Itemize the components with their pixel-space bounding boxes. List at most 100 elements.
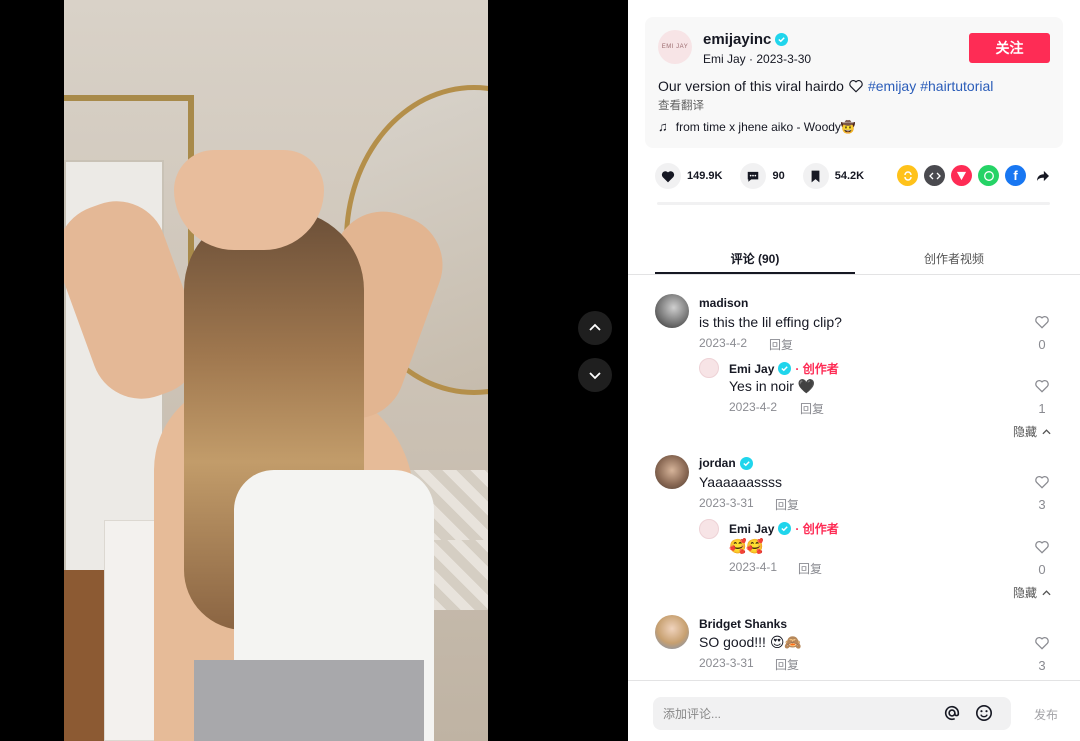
reply-date: 2023-4-1 bbox=[729, 560, 778, 574]
music-title: from time x jhene aiko - Woody🤠 bbox=[675, 119, 856, 134]
reply-username-text: Emi Jay bbox=[729, 361, 775, 376]
reply-button[interactable]: 回复 bbox=[798, 560, 822, 577]
reply-username[interactable]: Emi Jay · 创作者 bbox=[729, 520, 839, 537]
tab-creator-videos[interactable]: 创作者视频 bbox=[854, 250, 1054, 267]
chevron-up-icon bbox=[1042, 428, 1051, 434]
chevron-up-icon bbox=[589, 323, 601, 331]
video-frame[interactable] bbox=[64, 0, 488, 741]
comment-bubble-icon bbox=[740, 163, 767, 189]
avatar[interactable] bbox=[655, 294, 689, 328]
hashtag-link[interactable]: #hairtutorial bbox=[920, 78, 993, 94]
reply-button[interactable]: 回复 bbox=[775, 496, 799, 513]
share-arrow-icon[interactable] bbox=[1032, 165, 1053, 186]
music-note-icon: ♫ bbox=[658, 119, 668, 134]
caption-text: Our version of this viral hairdo bbox=[658, 78, 844, 94]
facebook-icon[interactable]: f bbox=[1005, 165, 1026, 186]
comment-text: SO good!!! 😍🙈 bbox=[699, 634, 802, 650]
heart-outline-icon bbox=[849, 80, 863, 93]
save-count: 54.2K bbox=[834, 170, 865, 182]
comment-username[interactable]: jordan bbox=[699, 456, 753, 470]
video-player[interactable] bbox=[0, 0, 628, 741]
send-icon[interactable] bbox=[951, 165, 972, 186]
heart-outline-icon bbox=[1035, 475, 1049, 489]
like-count: 149.9K bbox=[687, 170, 723, 182]
comment-button[interactable]: 90 bbox=[740, 163, 785, 189]
hide-replies-label: 隐藏 bbox=[1013, 425, 1038, 439]
creator-badge: · 创作者 bbox=[795, 522, 839, 536]
post-info-card: EMI JAY emijayinc Emi Jay · 2023-3-30 关注… bbox=[645, 17, 1063, 148]
like-button[interactable]: 149.9K bbox=[655, 163, 722, 189]
comment-like-count: 3 bbox=[1038, 658, 1046, 673]
comment-count: 90 bbox=[772, 170, 785, 182]
reply-like-count: 0 bbox=[1038, 562, 1046, 577]
scene-person-hands bbox=[174, 150, 324, 250]
action-bar: 149.9K 90 54.2K bbox=[655, 162, 882, 190]
next-video-button[interactable] bbox=[578, 358, 612, 392]
author-username-text: emijayinc bbox=[703, 31, 772, 48]
see-translation-link[interactable]: 查看翻译 bbox=[658, 97, 704, 113]
comment-like-button[interactable]: 0 bbox=[1027, 315, 1057, 352]
follow-button[interactable]: 关注 bbox=[969, 33, 1050, 63]
tab-comments[interactable]: 评论 (90) bbox=[655, 250, 855, 267]
bookmark-icon bbox=[802, 163, 829, 189]
hide-replies-label: 隐藏 bbox=[1013, 586, 1038, 600]
repost-icon[interactable] bbox=[897, 165, 918, 186]
post-comment-button[interactable]: 发布 bbox=[1034, 706, 1058, 723]
author-username[interactable]: emijayinc bbox=[703, 31, 789, 48]
whatsapp-icon[interactable] bbox=[978, 165, 999, 186]
heart-outline-icon bbox=[1035, 636, 1049, 650]
comment-list: madison is this the lil effing clip? 202… bbox=[628, 276, 1080, 680]
scene-person-pants bbox=[194, 660, 424, 741]
reply-button[interactable]: 回复 bbox=[775, 656, 799, 673]
heart-icon bbox=[655, 163, 681, 189]
embed-icon[interactable] bbox=[924, 165, 945, 186]
previous-video-button[interactable] bbox=[578, 311, 612, 345]
reply-button[interactable]: 回复 bbox=[800, 400, 824, 417]
comment-text: Yaaaaaassss bbox=[699, 474, 783, 490]
avatar[interactable] bbox=[655, 455, 689, 489]
reply-like-button[interactable]: 0 bbox=[1027, 540, 1057, 577]
post-caption: Our version of this viral hairdo #emijay… bbox=[658, 78, 993, 94]
verified-icon bbox=[778, 362, 792, 375]
avatar[interactable] bbox=[655, 615, 689, 649]
post-date: 2023-3-30 bbox=[756, 52, 812, 66]
comment-username-text: jordan bbox=[699, 456, 736, 470]
hashtag-link[interactable]: #emijay bbox=[868, 78, 916, 94]
comment-username[interactable]: madison bbox=[699, 296, 748, 310]
reply-text: Yes in noir 🖤 bbox=[729, 378, 816, 394]
author-subline: Emi Jay · 2023-3-30 bbox=[703, 52, 811, 66]
chevron-down-icon bbox=[589, 372, 601, 380]
share-row: f bbox=[897, 165, 1053, 186]
hide-replies-button[interactable]: 隐藏 bbox=[1013, 423, 1051, 440]
comment-like-button[interactable]: 3 bbox=[1027, 636, 1057, 673]
avatar-logo: EMI JAY bbox=[661, 44, 689, 50]
heart-outline-icon bbox=[1035, 379, 1049, 393]
mention-icon[interactable] bbox=[943, 704, 961, 727]
reply-username[interactable]: Emi Jay · 创作者 bbox=[729, 360, 839, 377]
comment-like-count: 0 bbox=[1038, 337, 1046, 352]
reply-username-text: Emi Jay bbox=[729, 521, 775, 536]
reply-like-count: 1 bbox=[1038, 401, 1046, 416]
heart-outline-icon bbox=[1035, 315, 1049, 329]
author-avatar[interactable]: EMI JAY bbox=[658, 30, 692, 64]
heart-outline-icon bbox=[1035, 540, 1049, 554]
comment-username[interactable]: Bridget Shanks bbox=[699, 617, 787, 631]
avatar[interactable] bbox=[699, 519, 719, 539]
comment-date: 2023-3-31 bbox=[699, 496, 754, 510]
emoji-icon[interactable] bbox=[975, 704, 993, 727]
hide-replies-button[interactable]: 隐藏 bbox=[1013, 584, 1051, 601]
reply-button[interactable]: 回复 bbox=[769, 336, 793, 353]
music-link[interactable]: ♫ from time x jhene aiko - Woody🤠 bbox=[658, 119, 856, 134]
divider bbox=[657, 202, 1050, 205]
detail-panel: EMI JAY emijayinc Emi Jay · 2023-3-30 关注… bbox=[628, 0, 1080, 741]
comment-like-button[interactable]: 3 bbox=[1027, 475, 1057, 512]
save-button[interactable]: 54.2K bbox=[802, 163, 865, 189]
reply-like-button[interactable]: 1 bbox=[1027, 379, 1057, 416]
author-display-name: Emi Jay bbox=[703, 52, 746, 66]
verified-icon bbox=[775, 33, 789, 46]
comment-tabs: 评论 (90) 创作者视频 bbox=[628, 240, 1080, 275]
chevron-up-icon bbox=[1042, 589, 1051, 595]
comment-composer: 发布 bbox=[628, 680, 1080, 741]
active-tab-indicator bbox=[655, 272, 855, 274]
avatar[interactable] bbox=[699, 358, 719, 378]
